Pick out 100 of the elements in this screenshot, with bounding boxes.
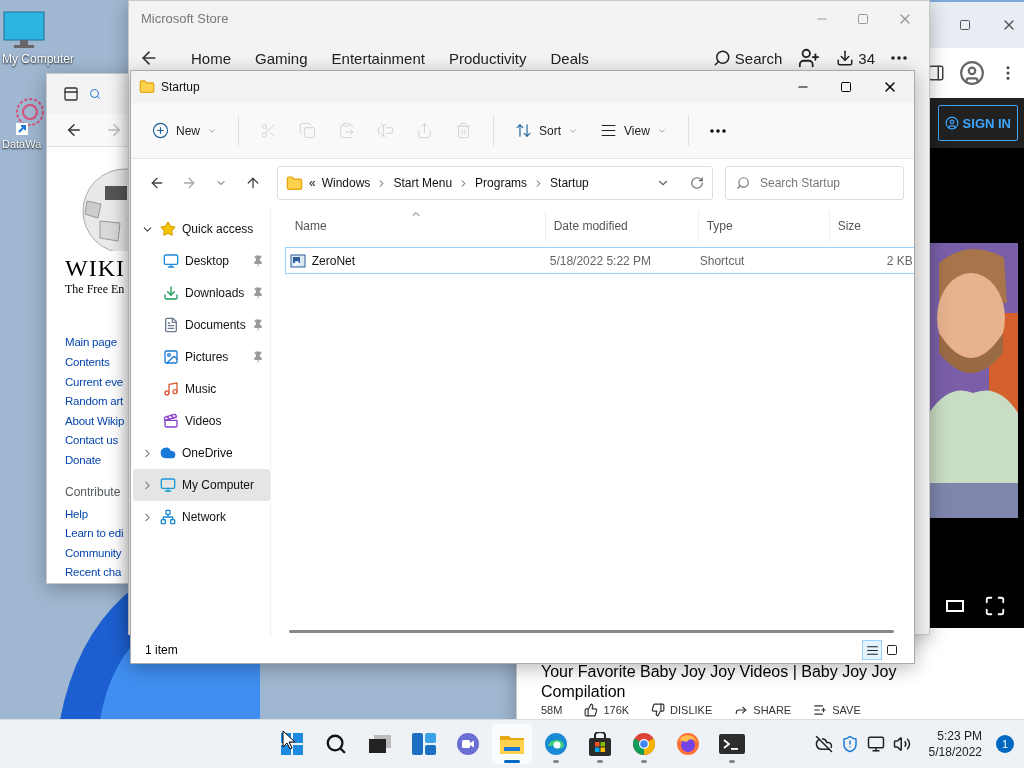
wiki-logo-text: WIKI — [65, 255, 126, 283]
more-icon — [709, 128, 726, 133]
window-title: Startup — [161, 80, 201, 94]
chat-icon — [456, 732, 480, 756]
user-icon — [944, 116, 959, 130]
column-header[interactable]: Date modified — [545, 211, 699, 241]
sidebar-link[interactable]: Contents — [65, 353, 110, 373]
file-row[interactable]: ZeroNet 5/18/2022 5:22 PM Shortcut 2 KB — [284, 247, 914, 274]
file-name: ZeroNet — [285, 252, 540, 269]
address-bar[interactable]: « Windows Start Menu Programs Startup — [277, 166, 713, 200]
action-like[interactable]: 176K — [584, 703, 630, 717]
sidebar-link[interactable]: Current eve — [65, 372, 123, 393]
breadcrumb[interactable]: Programs — [475, 176, 528, 190]
sidebar-link[interactable]: Random art — [65, 392, 124, 412]
downloads-button[interactable]: 34 — [828, 44, 883, 72]
search-icon — [325, 733, 347, 755]
square-icon — [886, 644, 898, 656]
music-icon — [163, 381, 179, 397]
running-indicator — [504, 760, 520, 763]
refresh-icon[interactable] — [690, 176, 704, 190]
task-view-icon — [369, 735, 391, 753]
action-dislike[interactable]: DISLIKE — [651, 703, 713, 717]
window-title: Microsoft Store — [141, 11, 230, 26]
tree-item[interactable]: Pictures — [133, 341, 270, 373]
search-icon — [736, 176, 750, 190]
view-count: 58M — [541, 703, 563, 717]
volume-icon[interactable] — [892, 735, 911, 753]
tree-item[interactable]: Quick access — [133, 213, 270, 245]
sign-in-button[interactable]: SIGN IN — [937, 105, 1018, 141]
store-bag-icon — [589, 732, 611, 756]
breadcrumb[interactable]: Start Menu — [393, 176, 453, 190]
shield-warning-icon[interactable] — [840, 735, 859, 753]
fullscreen-icon[interactable] — [984, 594, 1006, 617]
action-save[interactable]: SAVE — [813, 703, 861, 717]
back-icon[interactable] — [149, 175, 165, 191]
copy-icon — [299, 122, 316, 139]
sort-button[interactable]: Sort — [506, 116, 588, 145]
search-field[interactable]: Search Startup — [725, 166, 904, 200]
column-header[interactable]: Size — [829, 211, 914, 241]
time-text: 5:23 PM — [937, 728, 982, 744]
sidebar-link[interactable]: About Wikip — [65, 411, 125, 432]
search-icon[interactable] — [89, 87, 101, 100]
clock[interactable]: 5:23 PM 5/18/2022 — [928, 728, 982, 760]
tree-item[interactable]: Documents — [133, 309, 270, 341]
monitor-icon[interactable] — [2, 10, 46, 50]
tree-item[interactable]: Desktop — [133, 245, 270, 277]
breadcrumb[interactable]: Startup — [550, 176, 589, 190]
nav-tab[interactable]: Gaming — [243, 49, 320, 67]
sidebar-link[interactable]: Recent cha — [65, 563, 122, 583]
notification-badge[interactable]: 1 — [996, 735, 1014, 753]
sidebar-link[interactable]: Help — [65, 504, 88, 525]
trash-icon — [455, 122, 472, 139]
edge-icon — [544, 732, 568, 756]
plus-circle-icon — [152, 122, 169, 139]
video-title: Your Favorite Baby Joy Joy Videos | Baby Joy Joy Compilation — [541, 662, 898, 702]
lines-icon — [865, 643, 879, 657]
folder-icon — [139, 79, 155, 95]
tree-item[interactable]: Videos — [133, 405, 270, 437]
tree-item[interactable]: My Computer — [133, 469, 270, 501]
monitor-icon — [160, 477, 176, 493]
sidebar-link[interactable]: Contact us — [65, 431, 118, 452]
column-header[interactable]: Name — [284, 211, 546, 241]
view-button[interactable]: View — [591, 116, 676, 145]
breadcrumb[interactable]: Windows — [321, 176, 371, 190]
sidebar-link[interactable]: Community — [65, 543, 122, 564]
miniplayer-icon[interactable] — [946, 599, 964, 612]
tree-item[interactable]: Downloads — [133, 277, 270, 309]
tree-item[interactable]: OneDrive — [133, 437, 270, 469]
column-header[interactable]: Type — [698, 211, 830, 241]
tab-panel-icon[interactable] — [63, 85, 79, 102]
new-button[interactable]: New — [143, 116, 226, 145]
profile-icon[interactable] — [959, 60, 985, 86]
lines-icon — [600, 122, 618, 139]
picture-icon — [163, 349, 179, 365]
tree-item[interactable]: Music — [133, 373, 270, 405]
scissors-icon — [260, 122, 277, 139]
star-pattern-icon[interactable] — [14, 96, 44, 136]
icon-label: My Computer — [2, 52, 75, 66]
search-button[interactable]: Search — [704, 44, 791, 72]
overflow-crumb[interactable]: « — [309, 176, 316, 190]
playlist-add-icon — [813, 703, 828, 717]
sidebar-link[interactable]: Main page — [65, 333, 117, 354]
type-cell-text: Shortcut — [698, 253, 746, 268]
user-plus-icon — [798, 47, 821, 69]
firefox-icon — [676, 732, 700, 756]
nav-tab[interactable]: Entertainment — [319, 49, 437, 67]
sidebar-link[interactable]: Donate — [65, 451, 101, 471]
details-view-button[interactable] — [862, 640, 882, 660]
tree-item[interactable]: Network — [133, 501, 270, 533]
sidebar-link[interactable]: Learn to edi — [65, 524, 124, 544]
nav-tab[interactable]: Productivity — [436, 49, 539, 67]
maximize-icon[interactable] — [840, 81, 852, 93]
cloud-icon — [160, 445, 176, 461]
status-text: 1 item — [145, 643, 179, 657]
maximize-icon[interactable] — [959, 19, 971, 31]
nav-tab[interactable]: Deals — [538, 49, 601, 67]
search-icon — [712, 49, 731, 67]
action-share[interactable]: SHARE — [734, 703, 792, 717]
nav-tab[interactable]: Home — [179, 49, 243, 67]
cloud-off-icon[interactable] — [814, 735, 833, 753]
